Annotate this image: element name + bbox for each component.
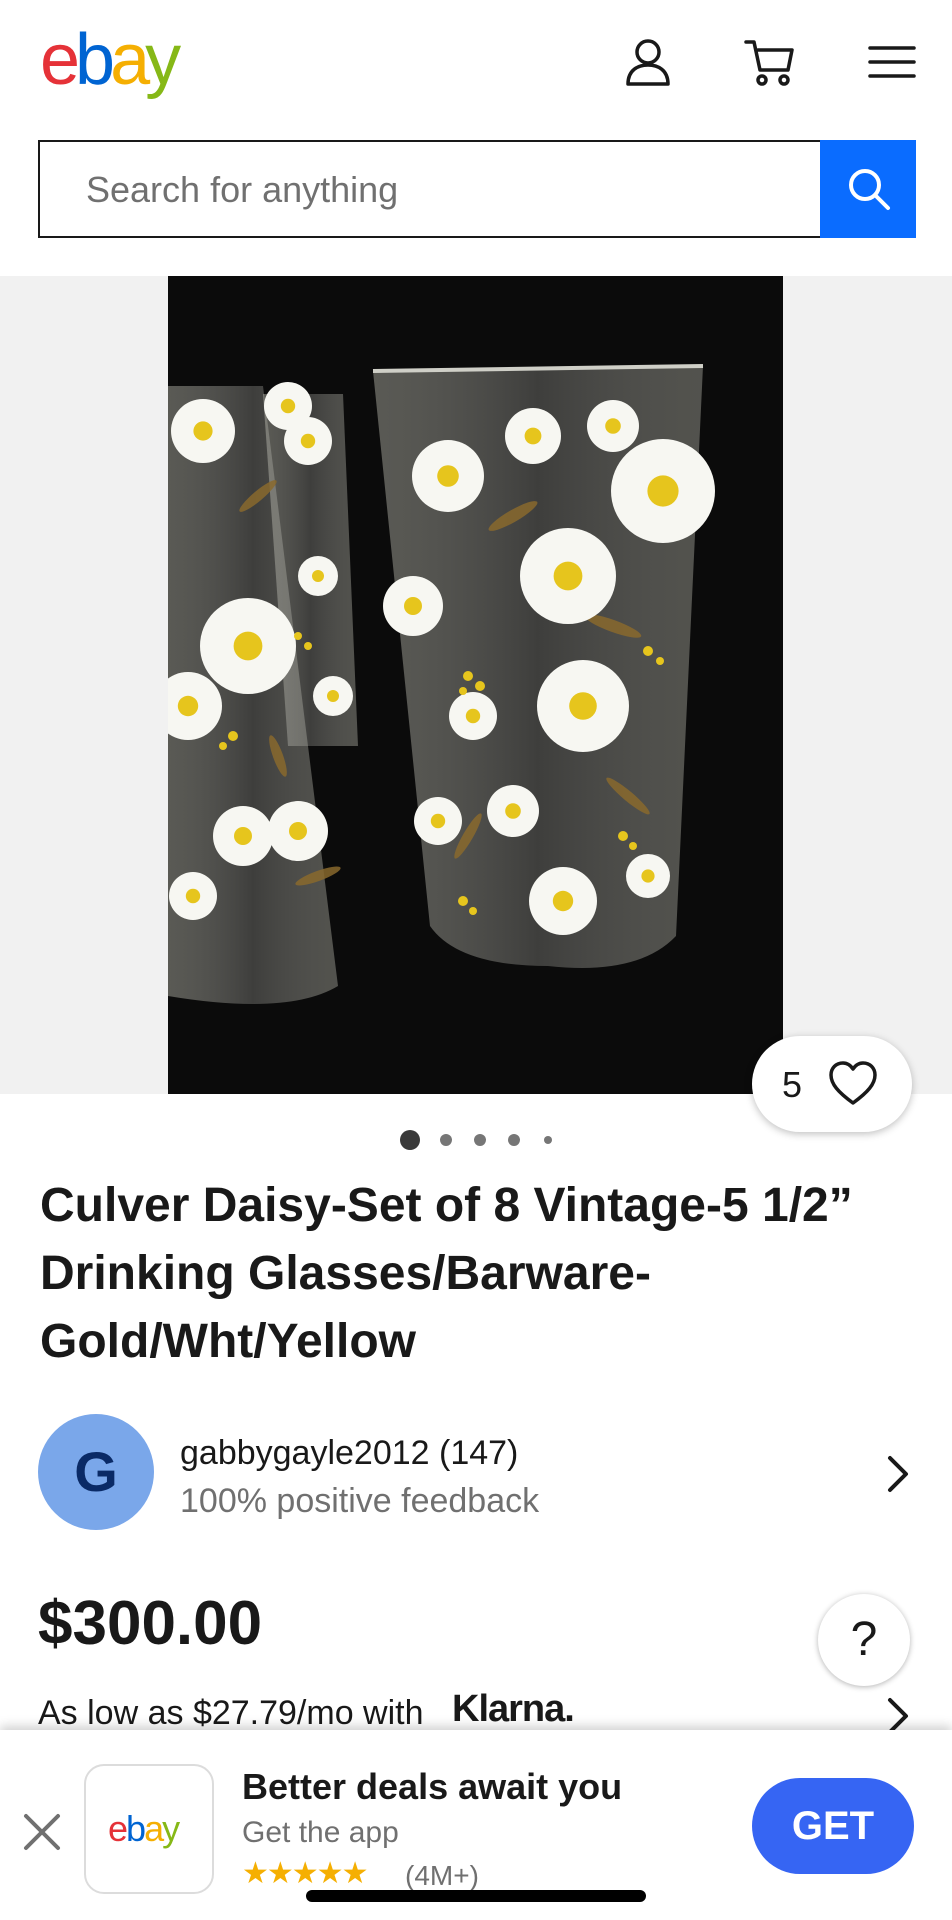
- search-button[interactable]: [820, 140, 916, 238]
- header: ebay: [0, 0, 952, 120]
- account-icon[interactable]: [620, 34, 676, 90]
- pagination-dot[interactable]: [474, 1134, 486, 1146]
- pagination-dot[interactable]: [508, 1134, 520, 1146]
- help-button[interactable]: ?: [818, 1594, 910, 1686]
- search-bar: [38, 140, 916, 238]
- star-rating: ★★★★★: [242, 1857, 368, 1890]
- app-icon: ebay: [84, 1764, 214, 1894]
- rating-count: (4M+): [405, 1860, 479, 1891]
- chevron-right-icon: [888, 1456, 908, 1492]
- watch-count: 5: [782, 1064, 803, 1105]
- close-icon[interactable]: [18, 1808, 66, 1856]
- search-icon: [849, 169, 890, 210]
- image-pagination[interactable]: [398, 1128, 558, 1152]
- home-indicator[interactable]: [306, 1890, 646, 1902]
- banner-subtitle: Get the app: [242, 1816, 399, 1849]
- seller-feedback: 100% positive feedback: [180, 1482, 540, 1520]
- ebay-logo[interactable]: ebay: [40, 22, 181, 98]
- listing-title: Culver Daisy-Set of 8 Vintage-5 1/2” Dri…: [40, 1179, 853, 1368]
- search-input[interactable]: [84, 164, 788, 216]
- glasses-photo: [168, 276, 783, 1094]
- seller-name: gabbygayle2012 (147): [180, 1434, 519, 1472]
- financing-text: As low as $27.79/mo with: [38, 1694, 424, 1732]
- search-box: [38, 140, 822, 238]
- get-app-button[interactable]: GET: [752, 1778, 914, 1874]
- image-gallery[interactable]: [0, 276, 952, 1094]
- price: $300.00: [38, 1589, 263, 1658]
- product-image[interactable]: [168, 276, 783, 1094]
- app-logo: ebay: [108, 1808, 180, 1849]
- cart-icon[interactable]: [742, 34, 798, 90]
- watch-button[interactable]: 5: [752, 1036, 912, 1132]
- pagination-dot[interactable]: [400, 1130, 420, 1150]
- pagination-dot[interactable]: [440, 1134, 452, 1146]
- heart-icon: [829, 1061, 877, 1105]
- pagination-dot[interactable]: [544, 1136, 552, 1144]
- klarna-logo: Klarna.: [452, 1688, 575, 1730]
- menu-icon[interactable]: [864, 34, 920, 90]
- banner-title: Better deals await you: [242, 1766, 623, 1807]
- seller-avatar: G: [38, 1414, 154, 1530]
- seller-row[interactable]: G gabbygayle2012 (147) 100% positive fee…: [38, 1414, 918, 1532]
